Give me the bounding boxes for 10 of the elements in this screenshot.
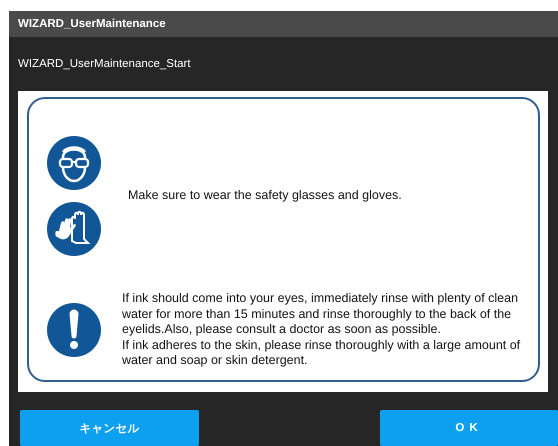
exclamation-icon xyxy=(46,302,102,358)
notice-text: If ink should come into your eyes, immediately rinse with plenty of clean water for more than 15 minutes and rinse thoroughly to the back of the eyelids.Also, please consult a doctor as soon as possible. xyxy=(122,291,520,338)
safety-glasses-icon xyxy=(46,135,102,191)
step-title: WIZARD_UserMaintenance_Start xyxy=(17,57,192,70)
notice-text: If ink adheres to the skin, please rinse thoroughly with a large amount of water and soap or skin detergent. xyxy=(122,338,522,368)
gloves-icon xyxy=(46,201,102,257)
ok-button[interactable]: OK xyxy=(380,410,558,446)
cancel-button[interactable]: キャンセル xyxy=(20,410,199,446)
window-title: WIZARD_UserMaintenance xyxy=(9,11,558,37)
notice-text: Make sure to wear the safety glasses and gloves. xyxy=(128,188,403,204)
